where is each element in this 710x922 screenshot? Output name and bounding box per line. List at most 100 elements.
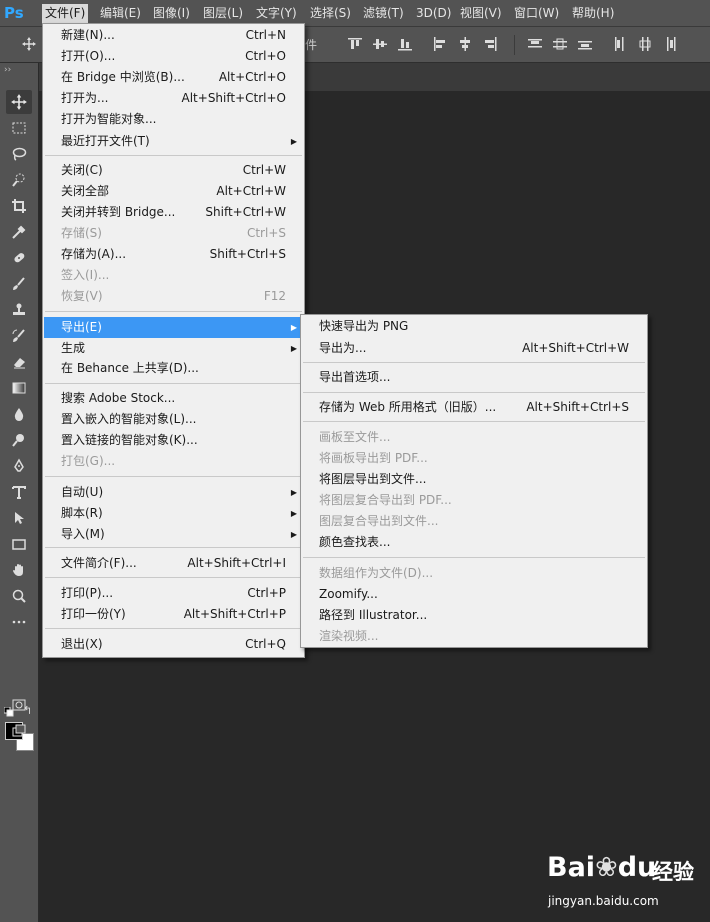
- hand-tool-icon[interactable]: [6, 558, 32, 582]
- align-right-edges-icon[interactable]: [482, 36, 498, 52]
- align-top-edges-icon[interactable]: [347, 36, 363, 52]
- menu-select[interactable]: 选择(S): [307, 4, 354, 23]
- file-menu-item-shortcut: Alt+Shift+Ctrl+I: [187, 556, 286, 570]
- file-menu-item[interactable]: 关闭(C) Ctrl+W: [44, 160, 303, 181]
- file-menu-item[interactable]: 置入链接的智能对象(K)...: [44, 430, 303, 451]
- export-menu-item-label: 快速导出为 PNG: [319, 319, 409, 333]
- menu-3d[interactable]: 3D(D): [413, 4, 454, 23]
- options-label: 件: [305, 38, 318, 52]
- rectangle-tool-icon[interactable]: [6, 532, 32, 556]
- menu-window[interactable]: 窗口(W): [511, 4, 562, 23]
- export-menu-item-label: 画板至文件...: [319, 430, 391, 444]
- move-tool-icon[interactable]: [6, 90, 32, 114]
- file-menu-item[interactable]: 最近打开文件(T) ▶: [44, 131, 303, 152]
- file-menu-item-label: 打开为智能对象...: [61, 112, 157, 126]
- file-menu-item-label: 退出(X): [61, 637, 103, 651]
- export-menu-item-label: 导出首选项...: [319, 370, 391, 384]
- export-menu-item: 将图层复合导出到 PDF...: [302, 490, 646, 511]
- zoom-tool-icon[interactable]: [6, 584, 32, 608]
- file-menu-item[interactable]: 生成 ▶: [44, 338, 303, 359]
- dodge-tool-icon[interactable]: [6, 428, 32, 452]
- file-menu-item[interactable]: 打开为... Alt+Shift+Ctrl+O: [44, 88, 303, 109]
- file-menu-item-shortcut: F12: [263, 289, 286, 303]
- type-tool-icon[interactable]: [6, 480, 32, 504]
- file-menu-item[interactable]: 关闭并转到 Bridge... Shift+Ctrl+W: [44, 202, 303, 223]
- menu-file[interactable]: 文件(F): [42, 4, 89, 23]
- file-menu-item-label: 关闭全部: [61, 184, 110, 198]
- file-menu-item[interactable]: 存储为(A)... Shift+Ctrl+S: [44, 244, 303, 265]
- blur-tool-icon[interactable]: [6, 402, 32, 426]
- menu-help[interactable]: 帮助(H): [569, 4, 617, 23]
- clone-stamp-tool-icon[interactable]: [6, 298, 32, 322]
- file-menu-item[interactable]: 在 Bridge 中浏览(B)... Alt+Ctrl+O: [44, 67, 303, 88]
- file-menu-item-label: 在 Bridge 中浏览(B)...: [61, 70, 185, 84]
- align-left-edges-icon[interactable]: [432, 36, 448, 52]
- healing-brush-tool-icon[interactable]: [6, 246, 32, 270]
- menu-filter[interactable]: 滤镜(T): [360, 4, 407, 23]
- file-menu-item[interactable]: 在 Behance 上共享(D)...: [44, 358, 303, 379]
- distribute-bottom-icon[interactable]: [577, 36, 593, 52]
- path-selection-tool-icon[interactable]: [6, 506, 32, 530]
- export-menu-item[interactable]: 颜色查找表...: [302, 532, 646, 553]
- menu-view[interactable]: 视图(V): [457, 4, 505, 23]
- menu-image[interactable]: 图像(I): [150, 4, 193, 23]
- file-menu-item[interactable]: 新建(N)... Ctrl+N: [44, 25, 303, 46]
- lasso-tool-icon[interactable]: [6, 142, 32, 166]
- file-menu-item[interactable]: 脚本(R) ▶: [44, 503, 303, 524]
- file-menu-item-shortcut: Ctrl+S: [246, 226, 286, 240]
- export-menu-item: 渲染视频...: [302, 626, 646, 647]
- brush-tool-icon[interactable]: [6, 272, 32, 296]
- edit-toolbar-icon[interactable]: [6, 610, 32, 634]
- distribute-right-icon[interactable]: [662, 36, 678, 52]
- marquee-tool-icon[interactable]: [6, 116, 32, 140]
- file-menu-item-label: 置入嵌入的智能对象(L)...: [61, 412, 197, 426]
- menu-edit[interactable]: 编辑(E): [97, 4, 144, 23]
- distribute-top-icon[interactable]: [527, 36, 543, 52]
- menu-layer[interactable]: 图层(L): [200, 4, 246, 23]
- file-menu-item-label: 关闭并转到 Bridge...: [61, 205, 176, 219]
- export-menu-item[interactable]: 快速导出为 PNG: [302, 316, 646, 337]
- distribute-vertical-centers-icon[interactable]: [552, 36, 568, 52]
- collapse-panel-icon[interactable]: ››: [4, 65, 11, 75]
- file-menu-item[interactable]: 置入嵌入的智能对象(L)...: [44, 409, 303, 430]
- eraser-tool-icon[interactable]: [6, 350, 32, 374]
- file-menu-item[interactable]: 导出(E) ▶: [44, 317, 303, 338]
- eyedropper-tool-icon[interactable]: [6, 220, 32, 244]
- screen-mode-icon[interactable]: [6, 719, 32, 743]
- quick-mask-icon[interactable]: [6, 693, 32, 717]
- align-horizontal-centers-icon[interactable]: [457, 36, 473, 52]
- file-menu-item[interactable]: 打印一份(Y) Alt+Shift+Ctrl+P: [44, 604, 303, 625]
- file-menu-item[interactable]: 自动(U) ▶: [44, 482, 303, 503]
- file-menu-item[interactable]: 文件简介(F)... Alt+Shift+Ctrl+I: [44, 553, 303, 574]
- history-brush-tool-icon[interactable]: [6, 324, 32, 348]
- crop-tool-icon[interactable]: [6, 194, 32, 218]
- export-menu-item[interactable]: 导出首选项...: [302, 367, 646, 388]
- pen-tool-icon[interactable]: [6, 454, 32, 478]
- watermark-cn: 经验: [652, 860, 694, 884]
- watermark-url: jingyan.baidu.com: [548, 894, 659, 908]
- export-menu-item-label: 将画板导出到 PDF...: [319, 451, 428, 465]
- menu-separator: [303, 421, 645, 422]
- align-vertical-centers-icon[interactable]: [372, 36, 388, 52]
- file-menu-item[interactable]: 关闭全部 Alt+Ctrl+W: [44, 181, 303, 202]
- file-menu-item-shortcut: Shift+Ctrl+S: [209, 247, 286, 261]
- align-bottom-edges-icon[interactable]: [397, 36, 413, 52]
- file-menu-item[interactable]: 打开为智能对象...: [44, 109, 303, 130]
- quick-select-tool-icon[interactable]: [6, 168, 32, 192]
- file-menu-item[interactable]: 打印(P)... Ctrl+P: [44, 583, 303, 604]
- file-menu-item[interactable]: 导入(M) ▶: [44, 524, 303, 545]
- move-icon[interactable]: [21, 36, 37, 52]
- export-menu-item[interactable]: 路径到 Illustrator...: [302, 605, 646, 626]
- export-menu-item[interactable]: 将图层导出到文件...: [302, 469, 646, 490]
- menu-type[interactable]: 文字(Y): [253, 4, 300, 23]
- file-menu-item[interactable]: 打开(O)... Ctrl+O: [44, 46, 303, 67]
- submenu-arrow-icon: ▶: [290, 509, 297, 518]
- file-menu-item[interactable]: 退出(X) Ctrl+Q: [44, 634, 303, 655]
- gradient-tool-icon[interactable]: [6, 376, 32, 400]
- export-menu-item[interactable]: 存储为 Web 所用格式（旧版）... Alt+Shift+Ctrl+S: [302, 397, 646, 418]
- export-menu-item[interactable]: Zoomify...: [302, 584, 646, 605]
- distribute-left-icon[interactable]: [612, 36, 628, 52]
- distribute-horizontal-centers-icon[interactable]: [637, 36, 653, 52]
- export-menu-item[interactable]: 导出为... Alt+Shift+Ctrl+W: [302, 338, 646, 359]
- file-menu-item[interactable]: 搜索 Adobe Stock...: [44, 388, 303, 409]
